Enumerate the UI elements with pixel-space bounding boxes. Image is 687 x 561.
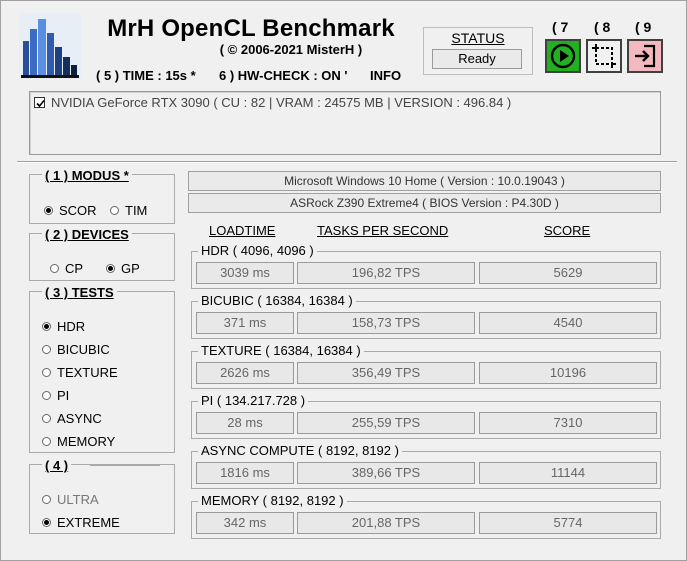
result-name: ASYNC COMPUTE ( 8192, 8192 ) <box>198 443 402 458</box>
result-loadtime: 3039 ms <box>196 262 294 284</box>
app-title: MrH OpenCL Benchmark <box>107 15 395 42</box>
result-name: BICUBIC ( 16384, 16384 ) <box>198 293 356 308</box>
loadtime-header: LOADTIME <box>209 223 276 238</box>
quality-group: ( 4 ) ULTRA EXTREME <box>29 458 175 534</box>
score-header: SCORE <box>544 223 591 238</box>
modus-group: ( 1 ) MODUS * SCOR TIM <box>29 168 175 224</box>
modus-tim-radio[interactable]: TIM <box>110 203 147 218</box>
result-tps: 255,59 TPS <box>297 412 475 434</box>
exit-button[interactable] <box>627 39 663 73</box>
screenshot-button-number: ( 8 <box>594 19 611 35</box>
separator <box>17 161 677 163</box>
gpu-list[interactable]: NVIDIA GeForce RTX 3090 ( CU : 82 | VRAM… <box>29 91 661 155</box>
tests-memory-radio[interactable]: MEMORY <box>42 434 115 449</box>
result-row-async: ASYNC COMPUTE ( 8192, 8192 ) 1816 ms 389… <box>191 443 661 489</box>
tests-title: ( 3 ) TESTS <box>42 285 117 300</box>
gpu-label: NVIDIA GeForce RTX 3090 ( CU : 82 | VRAM… <box>51 95 512 110</box>
result-tps: 158,73 TPS <box>297 312 475 334</box>
result-tps: 356,49 TPS <box>297 362 475 384</box>
devices-cp-radio[interactable]: CP <box>50 261 83 276</box>
play-icon <box>550 43 576 69</box>
devices-group: ( 2 ) DEVICES CP GP <box>29 227 175 281</box>
quality-title: ( 4 ) <box>42 458 72 473</box>
quality-ultra-radio[interactable]: ULTRA <box>42 492 99 507</box>
copyright-text: ( © 2006-2021 MisterH ) <box>219 42 363 57</box>
result-tps: 196,82 TPS <box>297 262 475 284</box>
result-tps: 201,88 TPS <box>297 512 475 534</box>
checkmark-icon <box>36 99 45 108</box>
tps-header: TASKS PER SECOND <box>317 223 449 238</box>
result-score: 5774 <box>479 512 657 534</box>
result-name: TEXTURE ( 16384, 16384 ) <box>198 343 364 358</box>
gpu-list-item[interactable]: NVIDIA GeForce RTX 3090 ( CU : 82 | VRAM… <box>34 95 511 110</box>
result-name: MEMORY ( 8192, 8192 ) <box>198 493 347 508</box>
gpu-checkbox[interactable] <box>34 97 45 108</box>
status-panel: STATUS Ready <box>423 27 533 75</box>
result-name: HDR ( 4096, 4096 ) <box>198 243 317 258</box>
result-score: 5629 <box>479 262 657 284</box>
result-name: PI ( 134.217.728 ) <box>198 393 309 408</box>
result-tps: 389,66 TPS <box>297 462 475 484</box>
result-row-bicubic: BICUBIC ( 16384, 16384 ) 371 ms 158,73 T… <box>191 293 661 339</box>
result-loadtime: 371 ms <box>196 312 294 334</box>
result-row-hdr: HDR ( 4096, 4096 ) 3039 ms 196,82 TPS 56… <box>191 243 661 289</box>
tests-hdr-radio[interactable]: HDR <box>42 319 85 334</box>
tests-pi-radio[interactable]: PI <box>42 388 69 403</box>
result-row-texture: TEXTURE ( 16384, 16384 ) 2626 ms 356,49 … <box>191 343 661 389</box>
result-score: 10196 <box>479 362 657 384</box>
result-score: 11144 <box>479 462 657 484</box>
app-window: MrH OpenCL Benchmark ( © 2006-2021 Miste… <box>0 0 687 561</box>
run-button[interactable] <box>545 39 581 73</box>
quality-extreme-radio[interactable]: EXTREME <box>42 515 120 530</box>
result-score: 7310 <box>479 412 657 434</box>
modus-scor-radio[interactable]: SCOR <box>44 203 97 218</box>
crop-icon <box>592 44 616 68</box>
result-loadtime: 1816 ms <box>196 462 294 484</box>
tests-bicubic-radio[interactable]: BICUBIC <box>42 342 110 357</box>
result-row-memory: MEMORY ( 8192, 8192 ) 342 ms 201,88 TPS … <box>191 493 661 539</box>
result-loadtime: 28 ms <box>196 412 294 434</box>
board-info: ASRock Z390 Extreme4 ( BIOS Version : P4… <box>188 193 661 213</box>
tests-async-radio[interactable]: ASYNC <box>42 411 102 426</box>
info-option[interactable]: INFO <box>370 68 401 83</box>
modus-title: ( 1 ) MODUS * <box>42 168 132 183</box>
status-label: STATUS <box>451 30 505 46</box>
os-info: Microsoft Windows 10 Home ( Version : 10… <box>188 171 661 191</box>
result-loadtime: 2626 ms <box>196 362 294 384</box>
devices-gp-radio[interactable]: GP <box>106 261 140 276</box>
screenshot-button[interactable] <box>586 39 622 73</box>
devices-title: ( 2 ) DEVICES <box>42 227 132 242</box>
tests-group: ( 3 ) TESTS HDR BICUBIC TEXTURE PI ASYNC… <box>29 285 175 453</box>
exit-icon <box>635 44 656 68</box>
result-loadtime: 342 ms <box>196 512 294 534</box>
hwcheck-option[interactable]: 6 ) HW-CHECK : ON ' <box>219 68 348 83</box>
benchmark-logo-icon <box>19 13 81 79</box>
result-score: 4540 <box>479 312 657 334</box>
quality-title-line <box>90 465 160 466</box>
tests-texture-radio[interactable]: TEXTURE <box>42 365 118 380</box>
run-button-number: ( 7 <box>552 19 569 35</box>
status-value: Ready <box>432 49 522 69</box>
time-option[interactable]: ( 5 ) TIME : 15s * <box>96 68 196 83</box>
result-row-pi: PI ( 134.217.728 ) 28 ms 255,59 TPS 7310 <box>191 393 661 439</box>
exit-button-number: ( 9 <box>635 19 652 35</box>
